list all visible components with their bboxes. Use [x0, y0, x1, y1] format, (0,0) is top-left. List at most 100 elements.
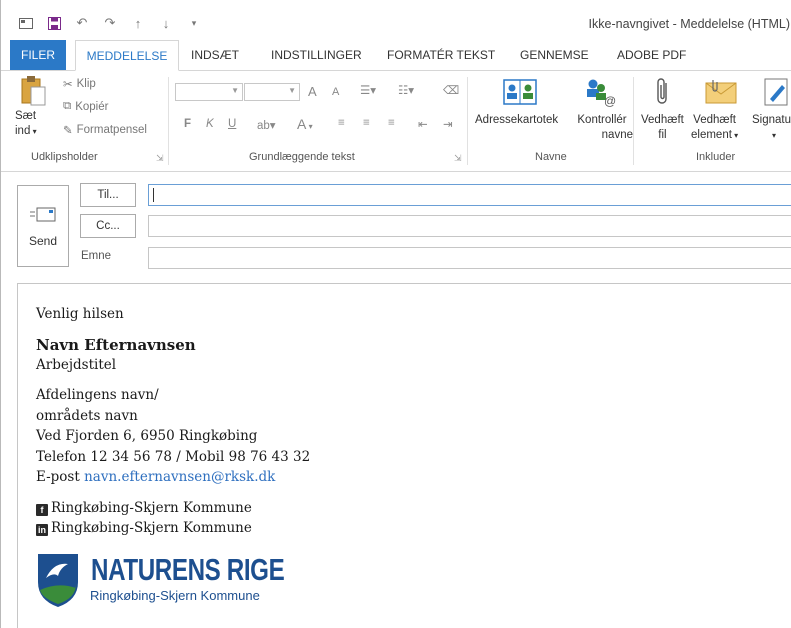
- chevron-down-icon: ▾: [30, 127, 37, 136]
- undo-icon[interactable]: ↶: [71, 14, 93, 32]
- copy-label: Kopiér: [75, 100, 109, 113]
- send-button[interactable]: Send: [17, 185, 69, 267]
- copy-button[interactable]: ⧉ Kopiér: [63, 100, 108, 113]
- ribbon: Sæt ind ▾ ✂ Klip ⧉ Kopiér ✎ Formatpensel Ud…: [1, 71, 791, 172]
- cc-field[interactable]: [148, 215, 791, 237]
- cc-button[interactable]: Cc...: [80, 214, 136, 238]
- email-label: E-post: [36, 469, 80, 485]
- tab-indstillinger[interactable]: INDSTILLINGER: [271, 40, 362, 70]
- bullets-icon[interactable]: ☰▾: [360, 83, 376, 97]
- shrink-font-button[interactable]: A: [332, 86, 339, 98]
- paperclip-icon: [655, 77, 671, 112]
- facebook-line[interactable]: f Ringkøbing-Skjern Kommune: [36, 500, 252, 516]
- underline-button[interactable]: U: [228, 118, 236, 130]
- chevron-down-icon: ▼: [231, 86, 239, 95]
- check-names-label-2: navne: [601, 129, 633, 141]
- font-size-select[interactable]: ▼: [244, 83, 300, 101]
- logo-subtitle: Ringkøbing-Skjern Kommune: [90, 588, 260, 603]
- send-envelope-icon: [30, 206, 56, 224]
- italic-button[interactable]: K: [206, 118, 214, 130]
- signature-label: Signatu: [752, 114, 791, 126]
- dialog-launcher-icon[interactable]: ⇲: [454, 153, 462, 164]
- tab-meddelelse[interactable]: MEDDELELSE: [75, 40, 179, 71]
- chevron-down-icon: ▾: [731, 131, 739, 140]
- department-line-1: Afdelingens navn/: [36, 387, 159, 403]
- attach-file-label-1: Vedhæft: [641, 114, 684, 126]
- scissors-icon: ✂: [63, 79, 73, 91]
- group-label-basic-text: Grundlæggende tekst: [249, 151, 355, 163]
- tab-formater-tekst[interactable]: FORMATÉR TEKST: [387, 40, 495, 70]
- tab-indsaet[interactable]: INDSÆT: [191, 40, 239, 70]
- logo-title: NATURENS RIGE: [91, 552, 285, 587]
- to-field[interactable]: [148, 184, 791, 206]
- clear-format-icon[interactable]: ⌫: [443, 83, 459, 97]
- group-label-clipboard: Udklipsholder: [31, 151, 98, 163]
- sender-name: Navn Efternavnsen: [36, 336, 196, 354]
- divider: [168, 77, 169, 165]
- cut-button[interactable]: ✂ Klip: [63, 77, 96, 91]
- facebook-icon: f: [36, 504, 48, 516]
- font-color-button[interactable]: A ▾: [297, 116, 313, 132]
- grow-font-button[interactable]: A: [308, 84, 317, 99]
- facebook-label: Ringkøbing-Skjern Kommune: [51, 500, 252, 516]
- align-center-icon[interactable]: ≡: [363, 117, 370, 129]
- greeting: Venlig hilsen: [36, 306, 124, 322]
- cut-label: Klip: [76, 78, 96, 90]
- align-left-icon[interactable]: ≡: [338, 117, 345, 129]
- group-label-names: Navne: [535, 151, 567, 163]
- envelope-attach-icon: [705, 79, 737, 110]
- chevron-down-icon: ▾: [772, 131, 777, 140]
- increase-indent-icon[interactable]: ⇥: [443, 117, 453, 131]
- to-button[interactable]: Til...: [80, 183, 136, 207]
- brush-icon: ✎: [63, 125, 73, 137]
- save-icon[interactable]: [43, 14, 65, 32]
- attach-item-label-2: element: [691, 129, 732, 141]
- down-arrow-icon[interactable]: ↓: [155, 14, 177, 32]
- linkedin-icon: in: [36, 524, 48, 536]
- copy-icon: ⧉: [63, 100, 72, 112]
- text-caret: [153, 188, 154, 202]
- subject-field[interactable]: [148, 247, 791, 269]
- font-color-label: A: [297, 116, 307, 132]
- email-link[interactable]: navn.efternavnsen@rksk.dk: [84, 469, 275, 485]
- department-line-2: områdets navn: [36, 408, 138, 424]
- tab-gennemse[interactable]: GENNEMSE: [520, 40, 589, 70]
- decrease-indent-icon[interactable]: ⇤: [418, 117, 428, 131]
- window-title: Ikke-navngivet - Meddelelse (HTML): [588, 17, 790, 31]
- envelope-icon[interactable]: [15, 14, 37, 32]
- check-names-icon: @: [584, 77, 616, 112]
- address: Ved Fjorden 6, 6950 Ringkøbing: [36, 428, 258, 444]
- align-right-icon[interactable]: ≡: [388, 117, 395, 129]
- font-name-select[interactable]: ▼: [175, 83, 243, 101]
- highlight-icon[interactable]: ab▾: [257, 118, 276, 132]
- quick-access-toolbar: ↶ ↷ ↑ ↓ ▾: [15, 14, 211, 32]
- paste-label-2: ind: [15, 125, 31, 137]
- format-painter-label: Formatpensel: [76, 124, 147, 136]
- attach-item-label-1: Vedhæft: [693, 114, 736, 126]
- job-title: Arbejdstitel: [36, 357, 117, 373]
- tab-filer[interactable]: FILER: [10, 40, 66, 70]
- phone: Telefon 12 34 56 78 / Mobil 98 76 43 32: [36, 449, 311, 465]
- subject-label: Emne: [81, 250, 112, 262]
- message-window: ↶ ↷ ↑ ↓ ▾ Ikke-navngivet - Meddelelse (H…: [0, 0, 791, 628]
- linkedin-label: Ringkøbing-Skjern Kommune: [51, 520, 252, 536]
- address-book-label: Adressekartotek: [475, 114, 559, 126]
- customize-icon[interactable]: ▾: [183, 14, 205, 32]
- divider: [467, 77, 468, 165]
- bold-button[interactable]: F: [184, 118, 191, 130]
- linkedin-line[interactable]: in Ringkøbing-Skjern Kommune: [36, 520, 252, 536]
- svg-text:@: @: [604, 94, 616, 107]
- format-painter-button[interactable]: ✎ Formatpensel: [63, 123, 147, 137]
- dialog-launcher-icon[interactable]: ⇲: [156, 153, 164, 164]
- address-book-icon: [503, 79, 537, 110]
- up-arrow-icon[interactable]: ↑: [127, 14, 149, 32]
- numbering-icon[interactable]: ☷▾: [398, 83, 414, 97]
- paste-label-1: Sæt: [15, 110, 37, 122]
- check-names-label-1: Kontrollér: [577, 114, 627, 126]
- redo-icon[interactable]: ↷: [99, 14, 121, 32]
- chevron-down-icon: ▼: [288, 86, 296, 95]
- title-bar: ↶ ↷ ↑ ↓ ▾ Ikke-navngivet - Meddelelse (H…: [1, 0, 791, 40]
- ribbon-tabs: FILER MEDDELELSE INDSÆT INDSTILLINGER FO…: [1, 40, 791, 71]
- tab-adobe-pdf[interactable]: ADOBE PDF: [617, 40, 686, 70]
- signature-icon: [764, 77, 791, 112]
